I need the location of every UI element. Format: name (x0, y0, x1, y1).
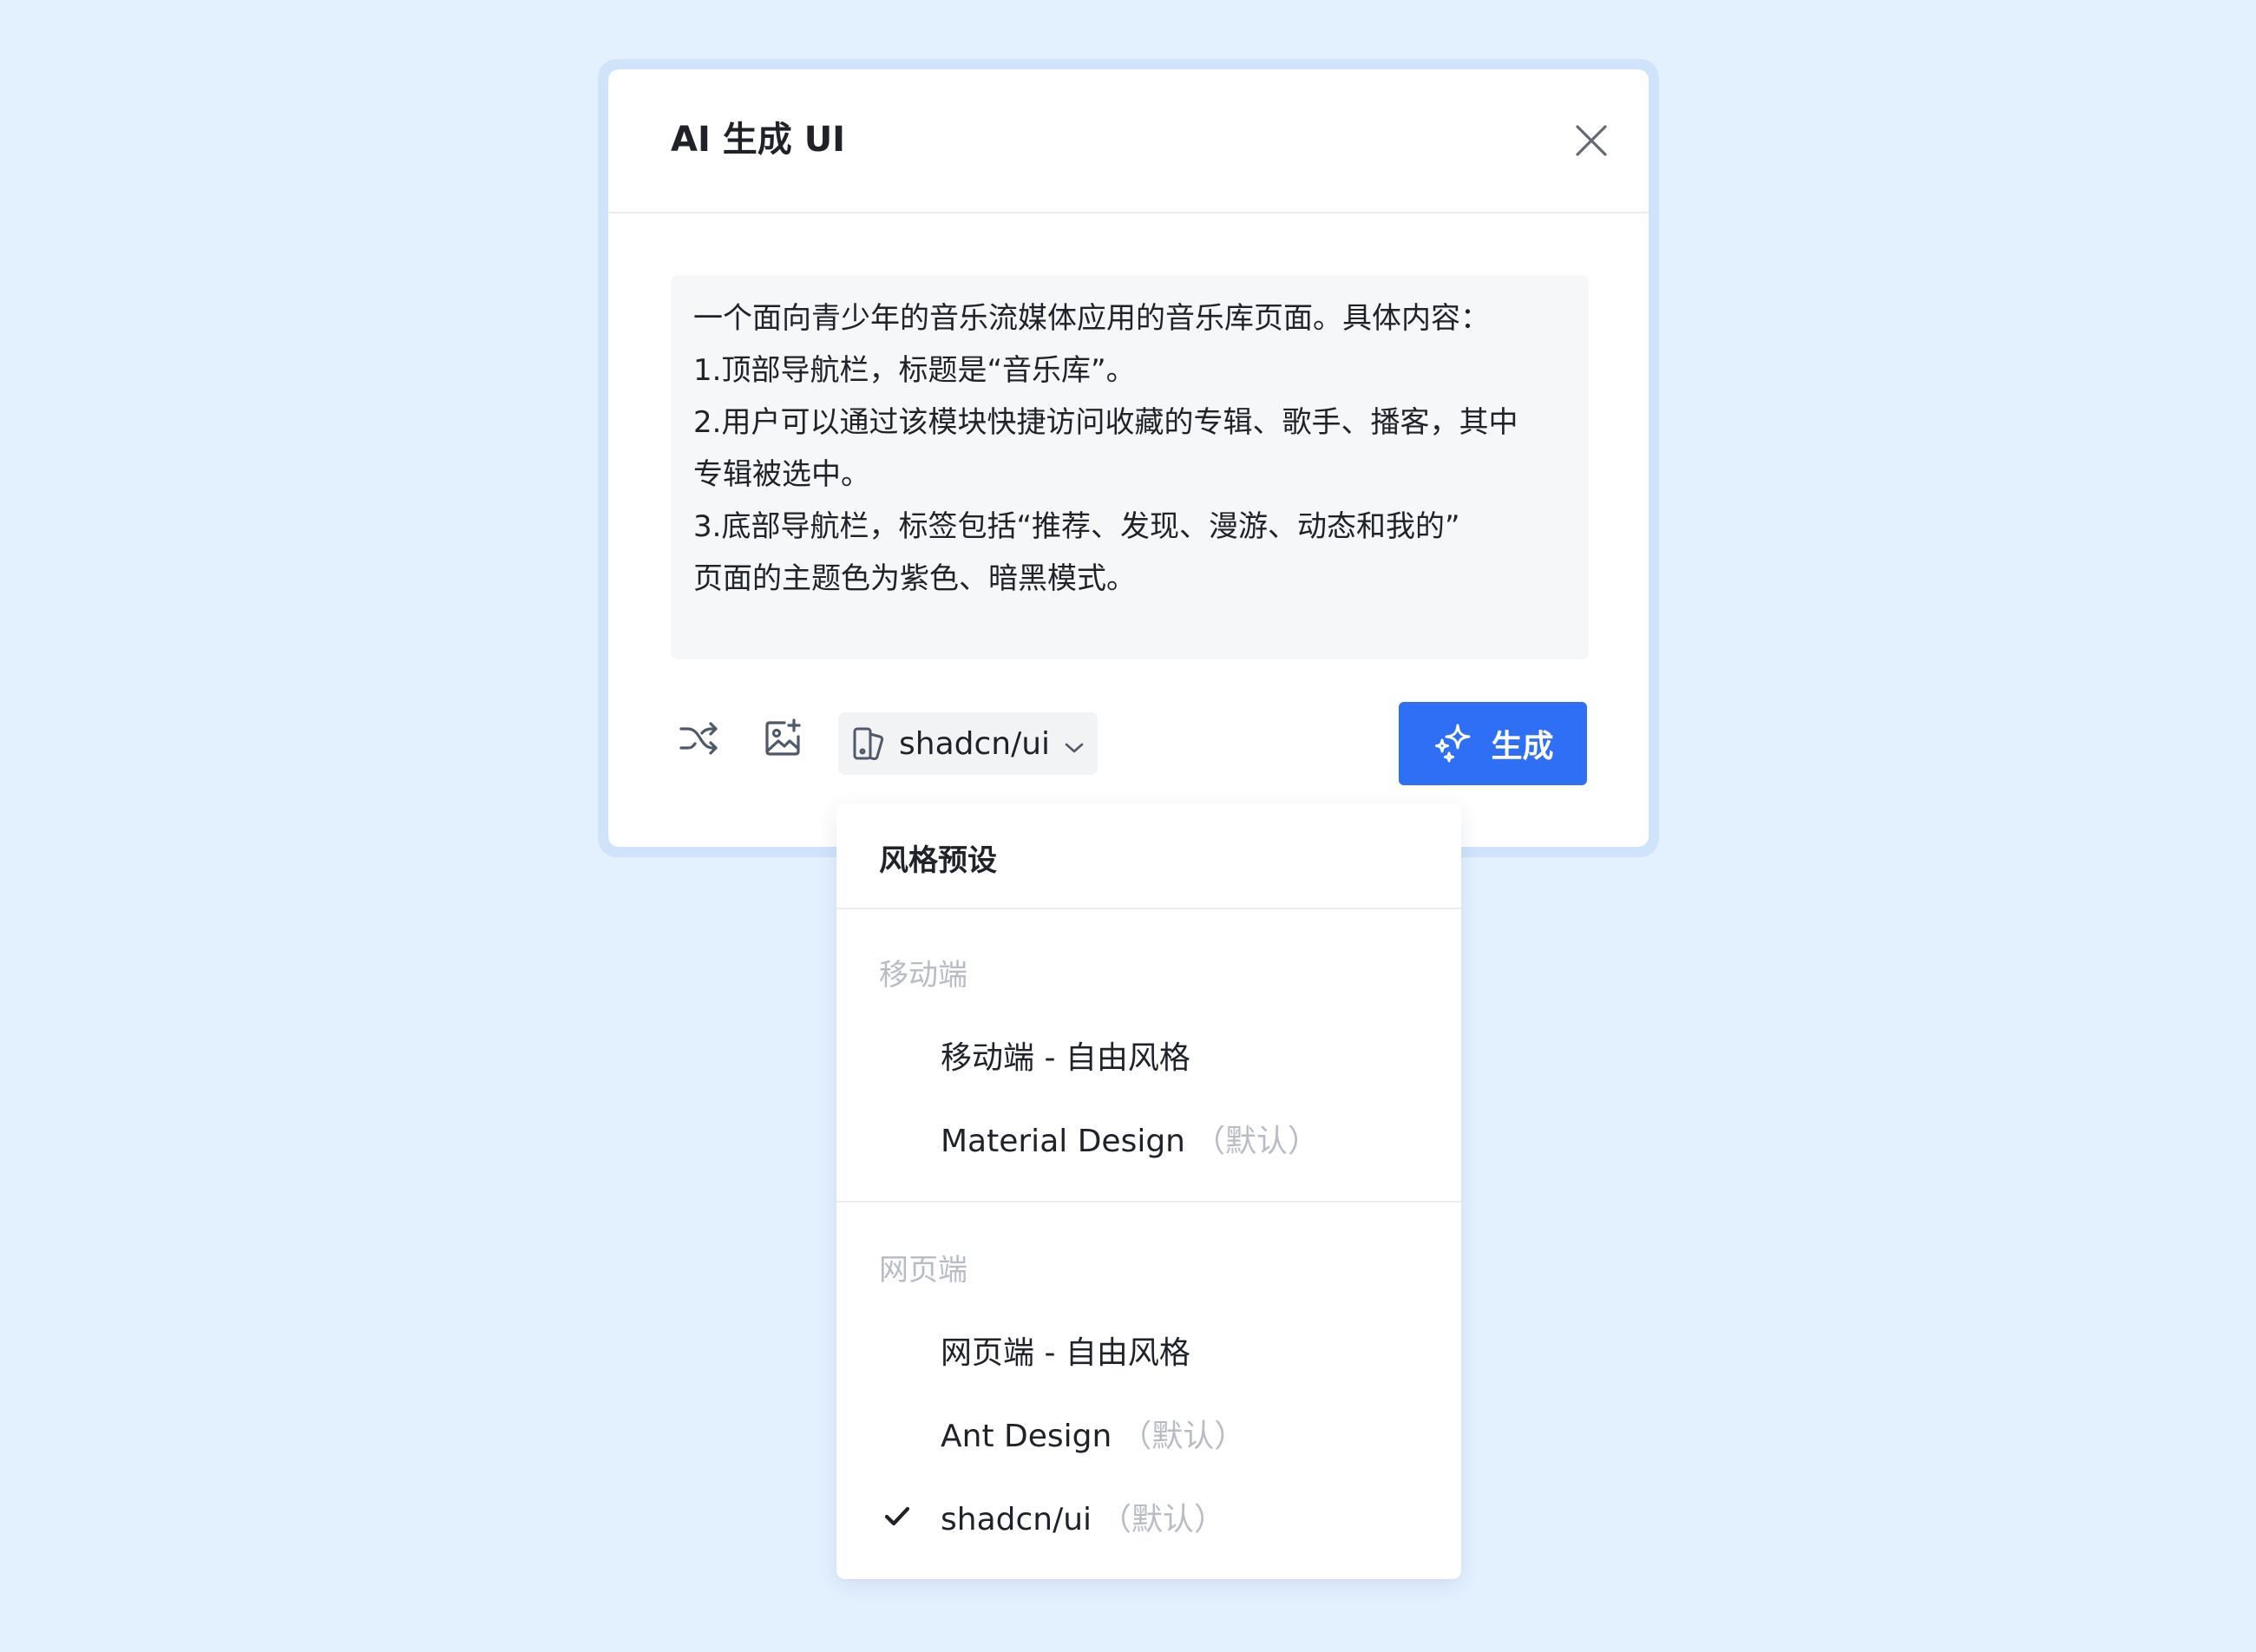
style-preset-dropdown: 风格预设 移动端 移动端 - 自由风格 Material Design （默认） … (836, 803, 1461, 1579)
option-name: Material Design (941, 1124, 1185, 1159)
option-web-free-style[interactable]: 网页端 - 自由风格 (836, 1315, 1461, 1385)
close-icon (1576, 125, 1607, 156)
image-add-icon (765, 718, 801, 756)
prompt-line: 一个面向青少年的音乐流媒体应用的音乐库页面。具体内容： (693, 301, 1490, 336)
ai-generate-dialog-frame: AI 生成 UI 一个面向青少年的音乐流媒体应用的音乐库页面。具体内容： 1.顶… (598, 59, 1659, 857)
option-label: 移动端 - 自由风格 (941, 1032, 1199, 1078)
prompt-textarea[interactable]: 一个面向青少年的音乐流媒体应用的音乐库页面。具体内容： 1.顶部导航栏，标题是“… (671, 275, 1589, 659)
option-material-design[interactable]: Material Design （默认） (836, 1104, 1461, 1173)
shuffle-button[interactable] (672, 712, 725, 764)
option-label: shadcn/ui （默认） (941, 1494, 1225, 1539)
option-ant-design[interactable]: Ant Design （默认） (836, 1399, 1461, 1468)
style-select-value: shadcn/ui (899, 725, 1051, 762)
add-image-button[interactable] (757, 712, 809, 764)
dialog-header: AI 生成 UI (608, 69, 1649, 213)
option-name: 移动端 - 自由风格 (941, 1040, 1190, 1076)
option-name: 网页端 - 自由风格 (941, 1335, 1190, 1371)
prompt-line: 专辑被选中。 (693, 457, 870, 492)
option-hint: （默认） (1120, 1419, 1246, 1454)
ai-generate-dialog: AI 生成 UI 一个面向青少年的音乐流媒体应用的音乐库页面。具体内容： 1.顶… (608, 69, 1649, 847)
option-name: shadcn/ui (941, 1502, 1092, 1537)
dialog-title: AI 生成 UI (671, 120, 846, 160)
component-style-icon (853, 727, 884, 761)
prompt-line: 页面的主题色为紫色、暗黑模式。 (693, 561, 1136, 596)
option-hint: （默认） (1194, 1124, 1320, 1159)
option-mobile-free-style[interactable]: 移动端 - 自由风格 (836, 1020, 1461, 1090)
style-preset-select[interactable]: shadcn/ui (838, 712, 1098, 775)
generate-button[interactable]: 生成 (1399, 702, 1587, 785)
divider (836, 1201, 1461, 1203)
divider (836, 908, 1461, 909)
option-label: Material Design （默认） (941, 1116, 1319, 1161)
generate-label: 生成 (1491, 729, 1554, 764)
option-name: Ant Design (941, 1419, 1112, 1454)
group-label-mobile: 移动端 (879, 958, 967, 993)
shuffle-icon (679, 722, 718, 755)
option-hint: （默认） (1100, 1502, 1226, 1537)
prompt-line: 1.顶部导航栏，标题是“音乐库”。 (693, 353, 1136, 388)
check-icon (884, 1506, 910, 1526)
close-button[interactable] (1571, 120, 1612, 161)
option-shadcn-ui[interactable]: shadcn/ui （默认） (836, 1482, 1461, 1551)
dropdown-title: 风格预设 (879, 843, 997, 878)
chevron-down-icon (1065, 743, 1084, 753)
sparkle-icon (1435, 724, 1471, 763)
prompt-line: 2.用户可以通过该模块快捷访问收藏的专辑、歌手、播客，其中 (693, 405, 1518, 440)
option-label: 网页端 - 自由风格 (941, 1328, 1199, 1373)
prompt-line: 3.底部导航栏，标签包括“推荐、发现、漫游、动态和我的” (693, 509, 1460, 544)
group-label-web: 网页端 (879, 1253, 967, 1288)
option-label: Ant Design （默认） (941, 1411, 1245, 1456)
